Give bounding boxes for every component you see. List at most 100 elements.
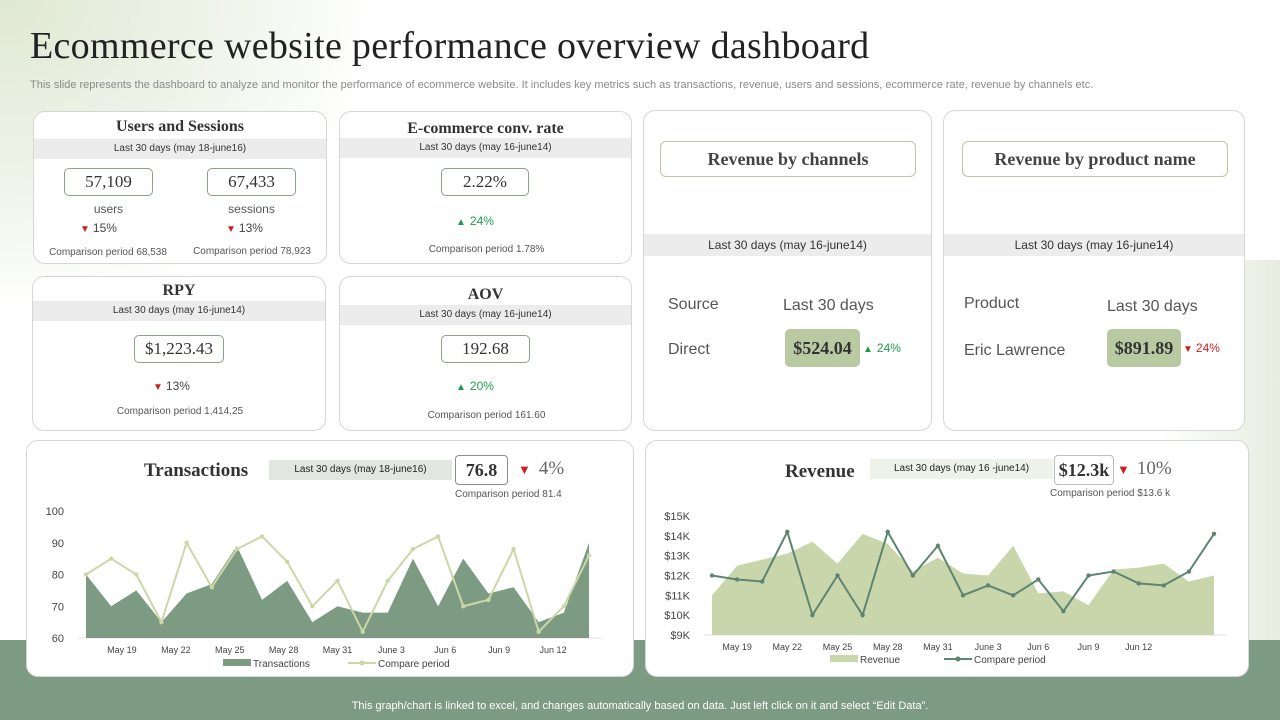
period-strip: Last 30 days (may 16-june14) [340, 305, 631, 325]
x-tick-label: Jun 6 [1027, 642, 1049, 652]
data-point [860, 612, 865, 618]
users-delta: ▼ 15% [80, 221, 117, 235]
y-tick-label: 90 [52, 538, 64, 550]
direct-delta: ▲ 24% [863, 341, 901, 355]
data-point [1086, 573, 1091, 578]
x-tick-label: June 3 [378, 645, 405, 655]
y-tick-label: $12K [664, 571, 690, 583]
down-arrow-icon: ▼ [1183, 344, 1193, 355]
data-point [1186, 569, 1192, 574]
x-tick-label: May 25 [215, 645, 245, 655]
source-header: Source [668, 296, 719, 313]
data-point [985, 583, 991, 588]
x-tick-label: May 28 [873, 642, 903, 652]
data-point [435, 534, 441, 539]
card-title: E-commerce conv. rate [407, 120, 564, 137]
data-point [835, 573, 840, 578]
users-label: users [93, 202, 124, 216]
data-point [385, 578, 390, 584]
product-row-label: Eric Lawrence [964, 342, 1066, 359]
rpy-comparison: Comparison period 1,414,25 [116, 406, 244, 417]
data-point [410, 546, 416, 552]
product-delta: ▼ 24% [1183, 341, 1220, 355]
data-point [885, 529, 890, 535]
conv-rate-card: E-commerce conv. rate Last 30 days (may … [339, 111, 632, 264]
legend-swatch [223, 659, 251, 666]
direct-label: Direct [668, 341, 710, 358]
x-tick-label: June 3 [975, 642, 1002, 652]
aov-delta: ▲ 20% [456, 379, 494, 393]
data-point [134, 572, 139, 577]
data-point [734, 577, 740, 582]
period-strip: Last 30 days (may 16-june14) [944, 234, 1244, 256]
conv-rate-comparison: Comparison period 1.78% [428, 244, 545, 255]
rpy-card: RPY Last 30 days (may 16-june14) $1,223.… [32, 276, 326, 431]
period-strip: Last 30 days (may 16-june14) [340, 138, 631, 158]
data-point [159, 619, 164, 625]
data-point [285, 559, 290, 564]
x-tick-label: Jun 12 [1125, 642, 1152, 652]
x-tick-label: May 22 [161, 645, 191, 655]
y-tick-label: $9K [670, 630, 690, 642]
data-point [561, 604, 567, 609]
x-tick-label: Jun 6 [434, 645, 456, 655]
rpy-value: $1,223.43 [134, 335, 224, 363]
data-point [108, 556, 114, 561]
up-arrow-icon: ▲ [456, 217, 466, 228]
conv-rate-delta: ▲ 24% [456, 214, 494, 228]
revenue-chart: $15K $14K $13K $12K $11K $10K $9K May 19 May 22 M… [664, 511, 1226, 666]
data-point [511, 546, 516, 552]
users-value: 57,109 [64, 168, 153, 196]
legend-marker [955, 656, 961, 662]
up-arrow-icon: ▲ [456, 382, 466, 393]
revenue-product-card: Revenue by product name Last 30 days (ma… [943, 110, 1245, 431]
data-point [935, 543, 941, 548]
legend-label: Compare period [974, 655, 1046, 666]
data-point [83, 572, 89, 577]
x-tick-label: May 31 [323, 645, 353, 655]
rpy-delta: ▼ 13% [153, 379, 190, 393]
y-tick-label: 60 [52, 633, 64, 645]
period-strip: Last 30 days (may 16-june14) [33, 301, 325, 321]
y-tick-label: $15K [664, 511, 690, 523]
x-tick-label: May 28 [269, 645, 299, 655]
card-title: RPY [162, 282, 196, 299]
aov-value: 192.68 [441, 335, 530, 363]
data-point [335, 578, 340, 584]
data-point [960, 593, 966, 598]
y-tick-label: $11K [665, 590, 691, 602]
legend-swatch [830, 655, 858, 662]
data-point [785, 529, 790, 535]
direct-value: $524.04 [785, 329, 860, 367]
data-point [810, 612, 815, 618]
conv-rate-value: 2.22% [441, 168, 529, 196]
y-tick-label: $10K [664, 610, 690, 622]
y-tick-label: $14K [664, 531, 690, 543]
aov-comparison: Comparison period 161.60 [427, 410, 546, 421]
page-subtitle: This slide represents the dashboard to a… [30, 79, 1094, 91]
x-tick-label: May 19 [107, 645, 137, 655]
last-30-days-header: Last 30 days [1107, 298, 1198, 315]
data-point [586, 553, 592, 558]
footer-note: This graph/chart is linked to excel, and… [351, 700, 929, 712]
data-point [1161, 583, 1166, 588]
data-point [1011, 593, 1016, 598]
revenue-channels-card: Revenue by channels Last 30 days (may 16… [643, 110, 932, 431]
x-tick-label: Jun 9 [488, 645, 510, 655]
sessions-comparison: Comparison period 78,923 [193, 246, 311, 257]
data-point [1036, 577, 1041, 582]
sessions-delta: ▼ 13% [226, 221, 263, 235]
data-point [1136, 581, 1141, 586]
x-tick-label: May 22 [773, 642, 803, 652]
data-point [1061, 609, 1066, 614]
card-title: Users and Sessions [115, 118, 245, 135]
data-point [360, 629, 365, 634]
x-tick-label: Jun 12 [540, 645, 567, 655]
data-point [536, 629, 541, 634]
revenue-product-title: Revenue by product name [962, 141, 1228, 177]
legend-label: Compare period [378, 659, 450, 670]
y-tick-label: 80 [52, 570, 64, 582]
transactions-card: Transactions Last 30 days (may 18-june16… [26, 440, 634, 677]
period-strip: Last 30 days (may 18-june16) [34, 139, 326, 159]
legend-label: Transactions [253, 659, 310, 670]
